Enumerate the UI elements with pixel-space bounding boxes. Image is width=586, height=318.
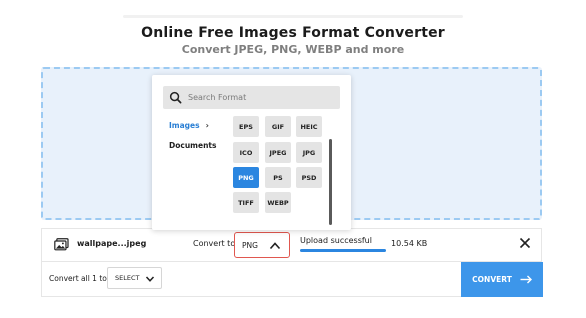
format-option-gif[interactable]: GIF bbox=[265, 116, 291, 137]
file-name: wallpape...jpeg bbox=[77, 239, 147, 248]
format-option-ico[interactable]: ICO bbox=[233, 142, 259, 163]
upload-status: Upload successful bbox=[300, 236, 372, 245]
page-title: Online Free Images Format Converter bbox=[141, 25, 445, 41]
convert-button-label: CONVERT bbox=[472, 275, 512, 284]
format-search-box[interactable] bbox=[163, 86, 340, 109]
format-option-eps[interactable]: EPS bbox=[233, 116, 259, 137]
search-icon bbox=[169, 91, 182, 104]
top-divider bbox=[123, 15, 463, 18]
convert-all-bar: Convert all 1 to SELECT CONVERT bbox=[41, 262, 543, 297]
chevron-right-icon: › bbox=[205, 121, 209, 130]
file-size: 10.54 KB bbox=[391, 239, 428, 248]
category-images[interactable]: Images › bbox=[169, 121, 209, 130]
format-option-tiff[interactable]: TIFF bbox=[233, 192, 259, 213]
chevron-down-icon bbox=[145, 276, 155, 282]
convert-all-format-value: SELECT bbox=[115, 274, 140, 282]
convert-all-format-select[interactable]: SELECT bbox=[107, 267, 162, 289]
convert-all-label: Convert all 1 to bbox=[49, 274, 107, 283]
upload-progress-bar bbox=[300, 249, 386, 252]
file-row: wallpape...jpeg Convert to PNG Upload su… bbox=[41, 228, 542, 262]
target-format-select[interactable]: PNG bbox=[234, 232, 290, 258]
format-picker-dropdown: Images› Documents EPS GIF HEIC ICO JPEG … bbox=[152, 75, 351, 230]
upload-progress-fill bbox=[300, 249, 386, 252]
format-list-scrollbar[interactable] bbox=[329, 139, 332, 225]
format-option-jpg[interactable]: JPG bbox=[296, 142, 322, 163]
image-file-icon bbox=[54, 238, 69, 251]
format-option-webp[interactable]: WEBP bbox=[265, 192, 291, 213]
format-option-heic[interactable]: HEIC bbox=[296, 116, 322, 137]
arrow-right-icon bbox=[520, 275, 532, 284]
format-option-png[interactable]: PNG bbox=[233, 167, 259, 188]
format-option-psd[interactable]: PSD bbox=[296, 167, 322, 188]
category-documents[interactable]: Documents bbox=[169, 141, 216, 150]
convert-to-label: Convert to bbox=[193, 239, 236, 248]
format-option-ps[interactable]: PS bbox=[265, 167, 291, 188]
category-documents-label: Documents bbox=[169, 141, 217, 150]
chevron-up-icon bbox=[269, 242, 281, 250]
close-icon[interactable] bbox=[519, 237, 531, 249]
page-subtitle: Convert JPEG, PNG, WEBP and more bbox=[181, 43, 405, 56]
format-option-jpeg[interactable]: JPEG bbox=[265, 142, 291, 163]
target-format-value: PNG bbox=[242, 241, 258, 250]
format-search-input[interactable] bbox=[188, 93, 338, 102]
category-images-label: Images bbox=[169, 121, 200, 130]
convert-button[interactable]: CONVERT bbox=[461, 262, 543, 297]
